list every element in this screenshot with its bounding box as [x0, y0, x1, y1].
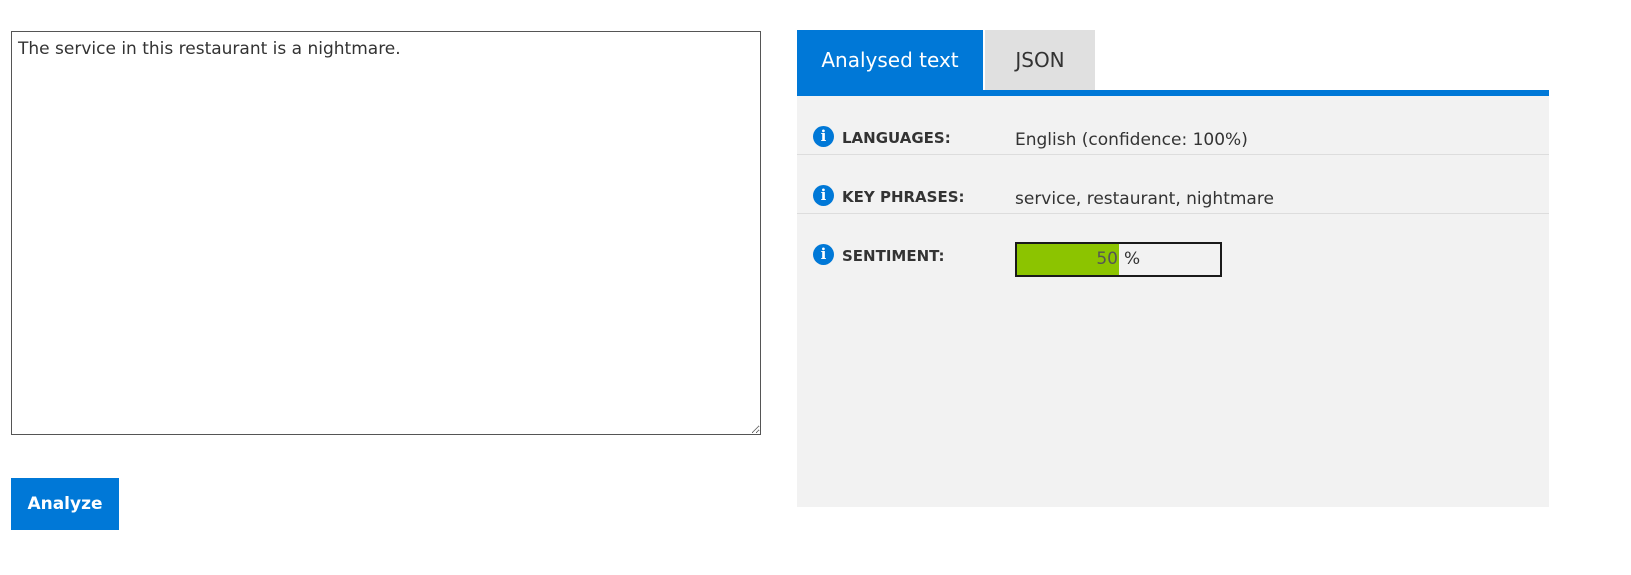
- languages-label: LANGUAGES:: [842, 129, 951, 147]
- sentiment-unit: %: [1124, 249, 1141, 269]
- analysed-text-results: i LANGUAGES: English (confidence: 100%) …: [797, 96, 1549, 507]
- info-icon[interactable]: i: [813, 244, 834, 265]
- analyze-button[interactable]: Analyze: [11, 478, 119, 530]
- sentiment-label: SENTIMENT:: [842, 247, 945, 265]
- results-panel: Analysed text JSON i LANGUAGES: English …: [797, 30, 1549, 507]
- tab-json[interactable]: JSON: [985, 30, 1095, 90]
- text-input[interactable]: The service in this restaurant is a nigh…: [12, 32, 760, 434]
- key-phrases-value: service, restaurant, nightmare: [1015, 189, 1274, 209]
- languages-row: i LANGUAGES: English (confidence: 100%): [797, 96, 1549, 155]
- tab-analysed-text[interactable]: Analysed text: [797, 30, 983, 90]
- info-icon[interactable]: i: [813, 126, 834, 147]
- key-phrases-label: KEY PHRASES:: [842, 188, 965, 206]
- key-phrases-row: i KEY PHRASES: service, restaurant, nigh…: [797, 155, 1549, 214]
- text-input-area: The service in this restaurant is a nigh…: [11, 31, 761, 435]
- sentiment-value: 50: [1096, 249, 1118, 269]
- languages-value: English (confidence: 100%): [1015, 130, 1248, 150]
- sentiment-bar: 50 %: [1015, 242, 1222, 277]
- info-icon[interactable]: i: [813, 185, 834, 206]
- sentiment-row: i SENTIMENT: 50 %: [797, 214, 1549, 284]
- tab-bar: Analysed text JSON: [797, 30, 1549, 96]
